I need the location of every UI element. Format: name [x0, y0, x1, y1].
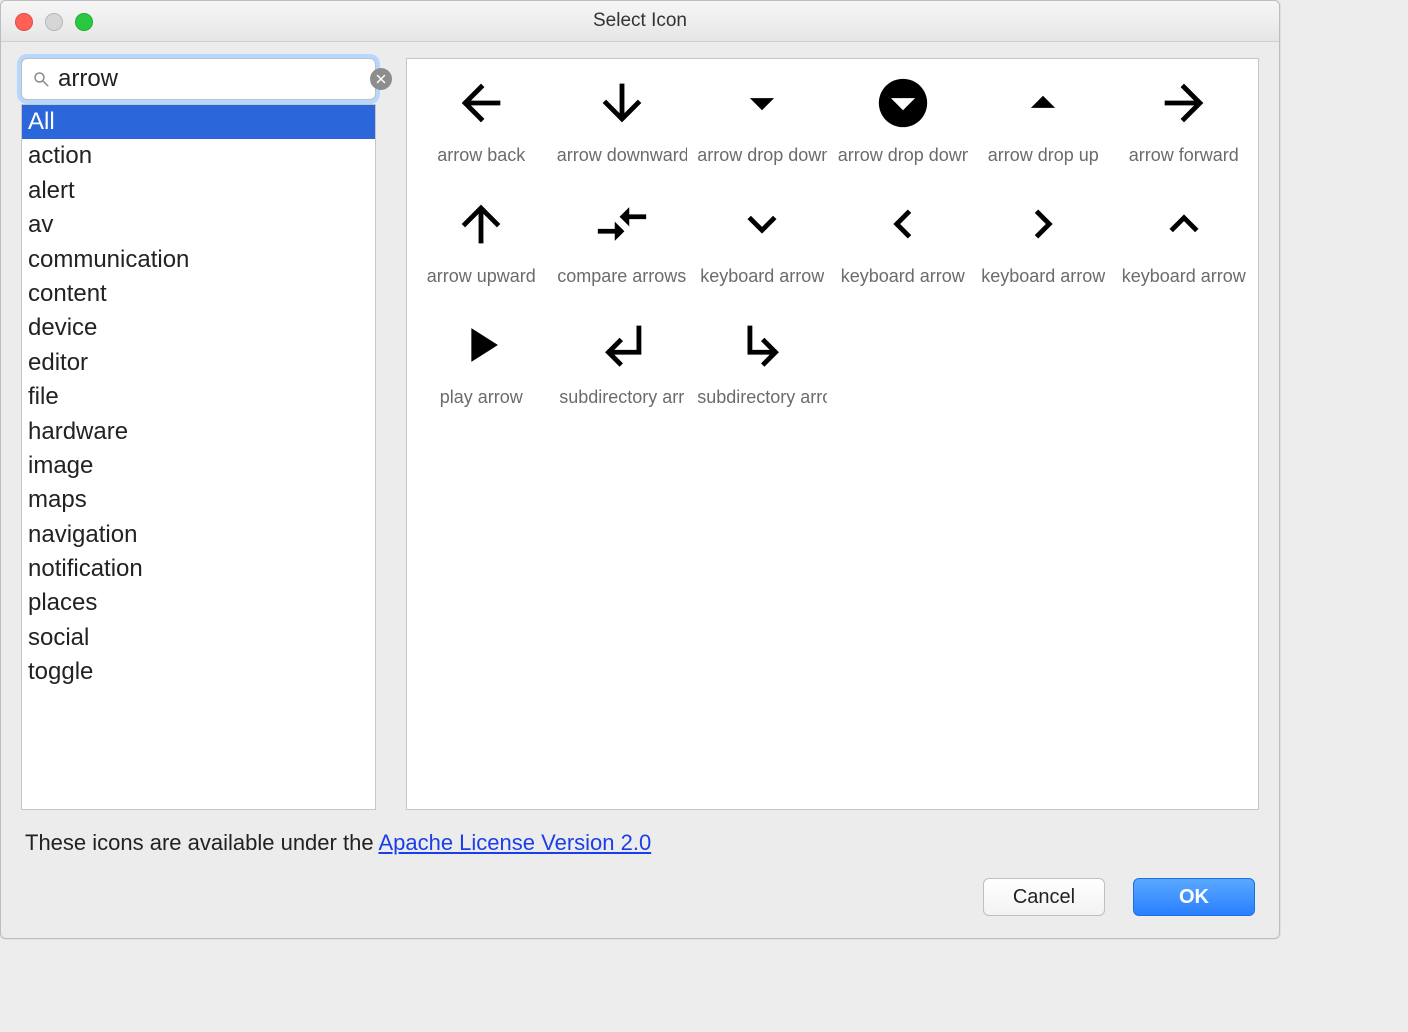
icon-label: keyboard arrow: [981, 266, 1105, 287]
keyboard-arrow-right-icon: [1011, 192, 1075, 256]
icon-compare-arrows[interactable]: compare arrows: [552, 192, 693, 287]
category-list[interactable]: Allactionalertavcommunicationcontentdevi…: [21, 104, 376, 810]
arrow-downward-icon: [590, 71, 654, 135]
minimize-window-button[interactable]: [45, 13, 63, 31]
category-item-av[interactable]: av: [22, 208, 375, 242]
icon-keyboard-arrow-right[interactable]: keyboard arrow: [973, 192, 1114, 287]
category-item-editor[interactable]: editor: [22, 346, 375, 380]
category-item-places[interactable]: places: [22, 586, 375, 620]
license-link[interactable]: Apache License Version 2.0: [378, 830, 651, 855]
icon-label: subdirectory arr: [559, 387, 684, 408]
icon-keyboard-arrow-left[interactable]: keyboard arrow: [833, 192, 974, 287]
license-text: These icons are available under the Apac…: [25, 830, 1255, 856]
icon-label: subdirectory arro: [697, 387, 827, 408]
icon-keyboard-arrow-up[interactable]: keyboard arrow: [1114, 192, 1255, 287]
icon-label: keyboard arrow: [700, 266, 824, 287]
compare-arrows-icon: [590, 192, 654, 256]
category-item-alert[interactable]: alert: [22, 174, 375, 208]
category-item-all[interactable]: All: [22, 105, 375, 139]
icon-arrow-drop-down-circle[interactable]: arrow drop down: [833, 71, 974, 166]
zoom-window-button[interactable]: [75, 13, 93, 31]
icon-keyboard-arrow-down[interactable]: keyboard arrow: [692, 192, 833, 287]
category-item-navigation[interactable]: navigation: [22, 518, 375, 552]
icon-label: arrow drop up: [988, 145, 1099, 166]
icon-label: arrow downward: [557, 145, 687, 166]
icon-label: arrow back: [437, 145, 525, 166]
category-item-notification[interactable]: notification: [22, 552, 375, 586]
icon-label: arrow drop down: [697, 145, 827, 166]
icon-label: compare arrows: [557, 266, 686, 287]
icon-subdirectory-arrow-left[interactable]: subdirectory arr: [552, 313, 693, 408]
keyboard-arrow-down-icon: [730, 192, 794, 256]
category-item-toggle[interactable]: toggle: [22, 655, 375, 689]
keyboard-arrow-up-icon: [1152, 192, 1216, 256]
icon-grid: arrow back arrow downward arrow drop down a…: [411, 71, 1254, 408]
category-item-communication[interactable]: communication: [22, 243, 375, 277]
icon-play-arrow[interactable]: play arrow: [411, 313, 552, 408]
icon-label: arrow upward: [427, 266, 536, 287]
cancel-button[interactable]: Cancel: [983, 878, 1105, 916]
category-item-device[interactable]: device: [22, 311, 375, 345]
icon-label: arrow drop down: [838, 145, 968, 166]
icon-label: arrow forward: [1129, 145, 1239, 166]
arrow-upward-icon: [449, 192, 513, 256]
category-item-content[interactable]: content: [22, 277, 375, 311]
license-intro: These icons are available under the: [25, 830, 378, 855]
close-window-button[interactable]: [15, 13, 33, 31]
category-item-file[interactable]: file: [22, 380, 375, 414]
search-icon: [32, 70, 50, 88]
category-item-social[interactable]: social: [22, 621, 375, 655]
dialog-footer: These icons are available under the Apac…: [1, 810, 1279, 938]
window-title: Select Icon: [593, 10, 687, 32]
keyboard-arrow-left-icon: [871, 192, 935, 256]
icon-subdirectory-arrow-right[interactable]: subdirectory arro: [692, 313, 833, 408]
subdirectory-arrow-left-icon: [590, 313, 654, 377]
category-item-hardware[interactable]: hardware: [22, 415, 375, 449]
icon-arrow-drop-up[interactable]: arrow drop up: [973, 71, 1114, 166]
arrow-back-icon: [449, 71, 513, 135]
left-panel: Allactionalertavcommunicationcontentdevi…: [21, 58, 376, 810]
icon-arrow-back[interactable]: arrow back: [411, 71, 552, 166]
icon-arrow-upward[interactable]: arrow upward: [411, 192, 552, 287]
clear-search-button[interactable]: [370, 68, 392, 90]
arrow-drop-up-icon: [1011, 71, 1075, 135]
icon-arrow-forward[interactable]: arrow forward: [1114, 71, 1255, 166]
dialog-body: Allactionalertavcommunicationcontentdevi…: [1, 42, 1279, 810]
close-icon: [375, 73, 387, 85]
subdirectory-arrow-right-icon: [730, 313, 794, 377]
window-controls: [15, 13, 93, 31]
icon-arrow-downward[interactable]: arrow downward: [552, 71, 693, 166]
icon-label: keyboard arrow: [841, 266, 965, 287]
icon-arrow-drop-down[interactable]: arrow drop down: [692, 71, 833, 166]
titlebar: Select Icon: [1, 1, 1279, 42]
icon-label: play arrow: [440, 387, 523, 408]
arrow-forward-icon: [1152, 71, 1216, 135]
icon-results-panel: arrow back arrow downward arrow drop down a…: [406, 58, 1259, 810]
ok-button[interactable]: OK: [1133, 878, 1255, 916]
select-icon-dialog: Select Icon Allactionalertavcommunicatio…: [0, 0, 1280, 939]
category-item-maps[interactable]: maps: [22, 483, 375, 517]
arrow-drop-down-circle-icon: [871, 71, 935, 135]
search-input[interactable]: [56, 64, 370, 94]
icon-label: keyboard arrow: [1122, 266, 1246, 287]
search-field[interactable]: [21, 58, 376, 100]
category-item-action[interactable]: action: [22, 139, 375, 173]
button-row: Cancel OK: [25, 878, 1255, 916]
play-arrow-icon: [449, 313, 513, 377]
category-item-image[interactable]: image: [22, 449, 375, 483]
arrow-drop-down-icon: [730, 71, 794, 135]
